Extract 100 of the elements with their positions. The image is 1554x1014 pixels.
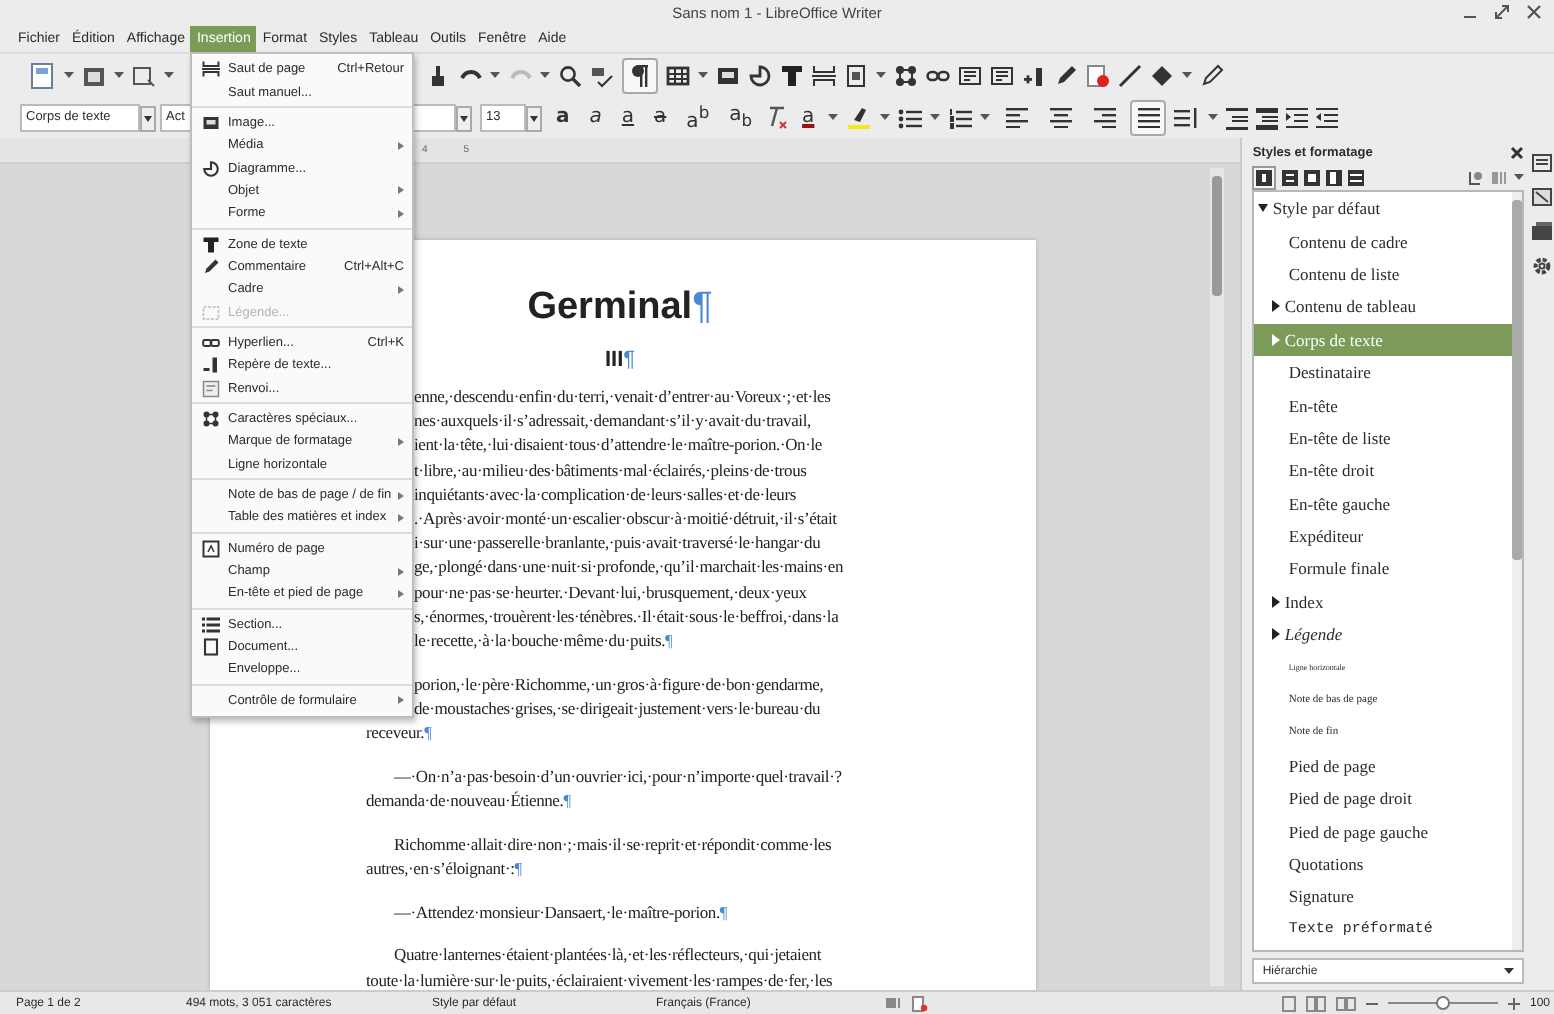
book-view-icon[interactable] bbox=[1335, 995, 1356, 1011]
caret-icon[interactable] bbox=[1514, 174, 1525, 182]
dropdown-icon[interactable] bbox=[526, 105, 542, 131]
table-icon[interactable] bbox=[666, 64, 690, 88]
increase-spacing-icon[interactable] bbox=[1226, 107, 1249, 129]
font-color-button[interactable]: a bbox=[796, 106, 821, 130]
styles-icon[interactable] bbox=[1532, 188, 1553, 206]
zoom-slider[interactable] bbox=[1387, 996, 1498, 1010]
close-icon[interactable] bbox=[1526, 4, 1542, 20]
maximize-icon[interactable] bbox=[1494, 4, 1510, 20]
page-break-icon[interactable] bbox=[812, 64, 836, 88]
vertical-scrollbar[interactable] bbox=[1210, 168, 1225, 986]
style-list-item[interactable]: Style par défaut bbox=[1254, 192, 1513, 225]
diamond-icon[interactable] bbox=[1150, 64, 1174, 88]
text-box-icon[interactable] bbox=[780, 64, 804, 88]
format-button[interactable]: a$^{b}$ bbox=[680, 100, 716, 136]
caret-icon[interactable] bbox=[1182, 72, 1192, 80]
caret-icon[interactable] bbox=[114, 72, 124, 80]
spellcheck-icon[interactable] bbox=[590, 64, 614, 88]
numbered-list-icon[interactable] bbox=[948, 107, 973, 129]
zoom-slider-thumb[interactable] bbox=[1436, 996, 1451, 1010]
new-document-icon[interactable] bbox=[28, 62, 56, 90]
collapse-arrow-icon[interactable] bbox=[1258, 202, 1269, 215]
multi-page-view-icon[interactable] bbox=[1305, 995, 1326, 1011]
caret-icon[interactable] bbox=[828, 114, 839, 122]
style-list-item[interactable]: Pied de page gauche bbox=[1254, 814, 1513, 848]
zoom-out-icon[interactable] bbox=[1365, 997, 1378, 1009]
page-styles-icon[interactable] bbox=[1326, 170, 1343, 186]
style-list-item[interactable]: Contenu de cadre bbox=[1254, 224, 1513, 258]
caret-icon[interactable] bbox=[490, 72, 500, 80]
expand-arrow-icon[interactable] bbox=[1270, 300, 1281, 313]
gallery-icon[interactable] bbox=[1532, 222, 1553, 240]
list-scrollbar[interactable] bbox=[1512, 192, 1523, 950]
caret-icon[interactable] bbox=[880, 114, 891, 122]
style-list-item[interactable]: En-tête bbox=[1254, 388, 1513, 422]
style-list-item[interactable]: Quotations bbox=[1254, 847, 1513, 881]
increase-indent-icon[interactable] bbox=[1286, 108, 1309, 128]
single-page-view-icon[interactable] bbox=[1281, 995, 1296, 1011]
character-styles-icon[interactable] bbox=[1282, 170, 1299, 186]
close-icon[interactable] bbox=[1510, 145, 1525, 159]
style-list-item[interactable]: Expéditeur bbox=[1254, 519, 1513, 553]
style-list-item[interactable]: Pied de page droit bbox=[1254, 782, 1513, 815]
highlighter-icon[interactable] bbox=[846, 106, 873, 130]
search-icon[interactable] bbox=[558, 64, 582, 88]
properties-icon[interactable] bbox=[1532, 154, 1553, 172]
caret-icon[interactable] bbox=[164, 72, 174, 80]
frame-styles-icon[interactable] bbox=[1304, 170, 1321, 186]
style-list-item[interactable]: Légende bbox=[1254, 618, 1513, 651]
caret-icon[interactable] bbox=[1208, 114, 1219, 122]
caret-icon[interactable] bbox=[876, 72, 886, 80]
alignment-button[interactable] bbox=[1130, 100, 1167, 136]
zoom-in-icon[interactable] bbox=[1507, 997, 1520, 1009]
caret-icon[interactable] bbox=[1504, 967, 1515, 975]
expand-arrow-icon[interactable] bbox=[1270, 628, 1281, 641]
decrease-spacing-icon[interactable] bbox=[1256, 107, 1279, 129]
format-button[interactable]: a bbox=[583, 106, 608, 130]
format-button[interactable]: a bbox=[648, 106, 673, 130]
paragraph-styles-button[interactable] bbox=[1252, 166, 1277, 190]
style-list-item[interactable]: Index bbox=[1254, 585, 1513, 619]
line-spacing-icon[interactable] bbox=[1174, 108, 1201, 128]
dropdown-icon[interactable] bbox=[456, 105, 472, 131]
selection-mode-icon[interactable] bbox=[886, 996, 902, 1010]
bullet-list-icon[interactable] bbox=[898, 107, 923, 129]
pen-icon[interactable] bbox=[1054, 64, 1078, 88]
expand-arrow-icon[interactable] bbox=[1270, 595, 1281, 608]
line-icon[interactable] bbox=[1118, 64, 1142, 88]
track-changes-icon[interactable] bbox=[1086, 64, 1110, 88]
formatting-marks-button[interactable] bbox=[622, 58, 658, 94]
field-icon[interactable] bbox=[844, 64, 868, 88]
image-icon[interactable] bbox=[716, 64, 740, 88]
style-list-item[interactable]: Destinataire bbox=[1254, 355, 1513, 389]
clone-brush-icon[interactable] bbox=[426, 64, 450, 88]
endnote-icon[interactable] bbox=[990, 64, 1014, 88]
style-list-item[interactable]: En-tête de liste bbox=[1254, 421, 1513, 455]
bookmark-icon[interactable] bbox=[1022, 64, 1046, 88]
open-icon[interactable] bbox=[132, 64, 156, 88]
special-character-icon[interactable] bbox=[894, 64, 918, 88]
pencil-icon[interactable] bbox=[1200, 64, 1224, 88]
style-list-item[interactable]: Pied de page bbox=[1254, 749, 1513, 783]
caret-icon[interactable] bbox=[980, 114, 991, 122]
style-list-item[interactable]: Formule finale bbox=[1254, 552, 1513, 586]
style-list-item[interactable]: Contenu de tableau bbox=[1254, 290, 1513, 324]
format-button[interactable]: a$_{b}$ bbox=[723, 104, 759, 132]
caret-icon[interactable] bbox=[540, 72, 550, 80]
style-list-item[interactable]: Contenu de liste bbox=[1254, 257, 1513, 291]
template-icon[interactable] bbox=[82, 64, 106, 88]
caret-icon[interactable] bbox=[64, 72, 74, 80]
clear-formatting-icon[interactable] bbox=[766, 106, 789, 130]
pie-chart-icon[interactable] bbox=[748, 64, 772, 88]
fill-format-icon[interactable] bbox=[1466, 169, 1485, 187]
footnote-icon[interactable] bbox=[958, 64, 982, 88]
format-button[interactable]: a bbox=[615, 106, 641, 130]
decrease-indent-icon[interactable] bbox=[1316, 108, 1339, 128]
list-styles-icon[interactable] bbox=[1348, 170, 1365, 186]
caret-icon[interactable] bbox=[698, 72, 708, 80]
style-list-item[interactable]: En-tête gauche bbox=[1254, 487, 1513, 520]
style-list-item[interactable]: Signature bbox=[1254, 880, 1513, 914]
document-modified-icon[interactable] bbox=[912, 995, 928, 1011]
style-list-item[interactable]: En-tête droit bbox=[1254, 454, 1513, 488]
settings-icon[interactable] bbox=[1532, 256, 1553, 276]
